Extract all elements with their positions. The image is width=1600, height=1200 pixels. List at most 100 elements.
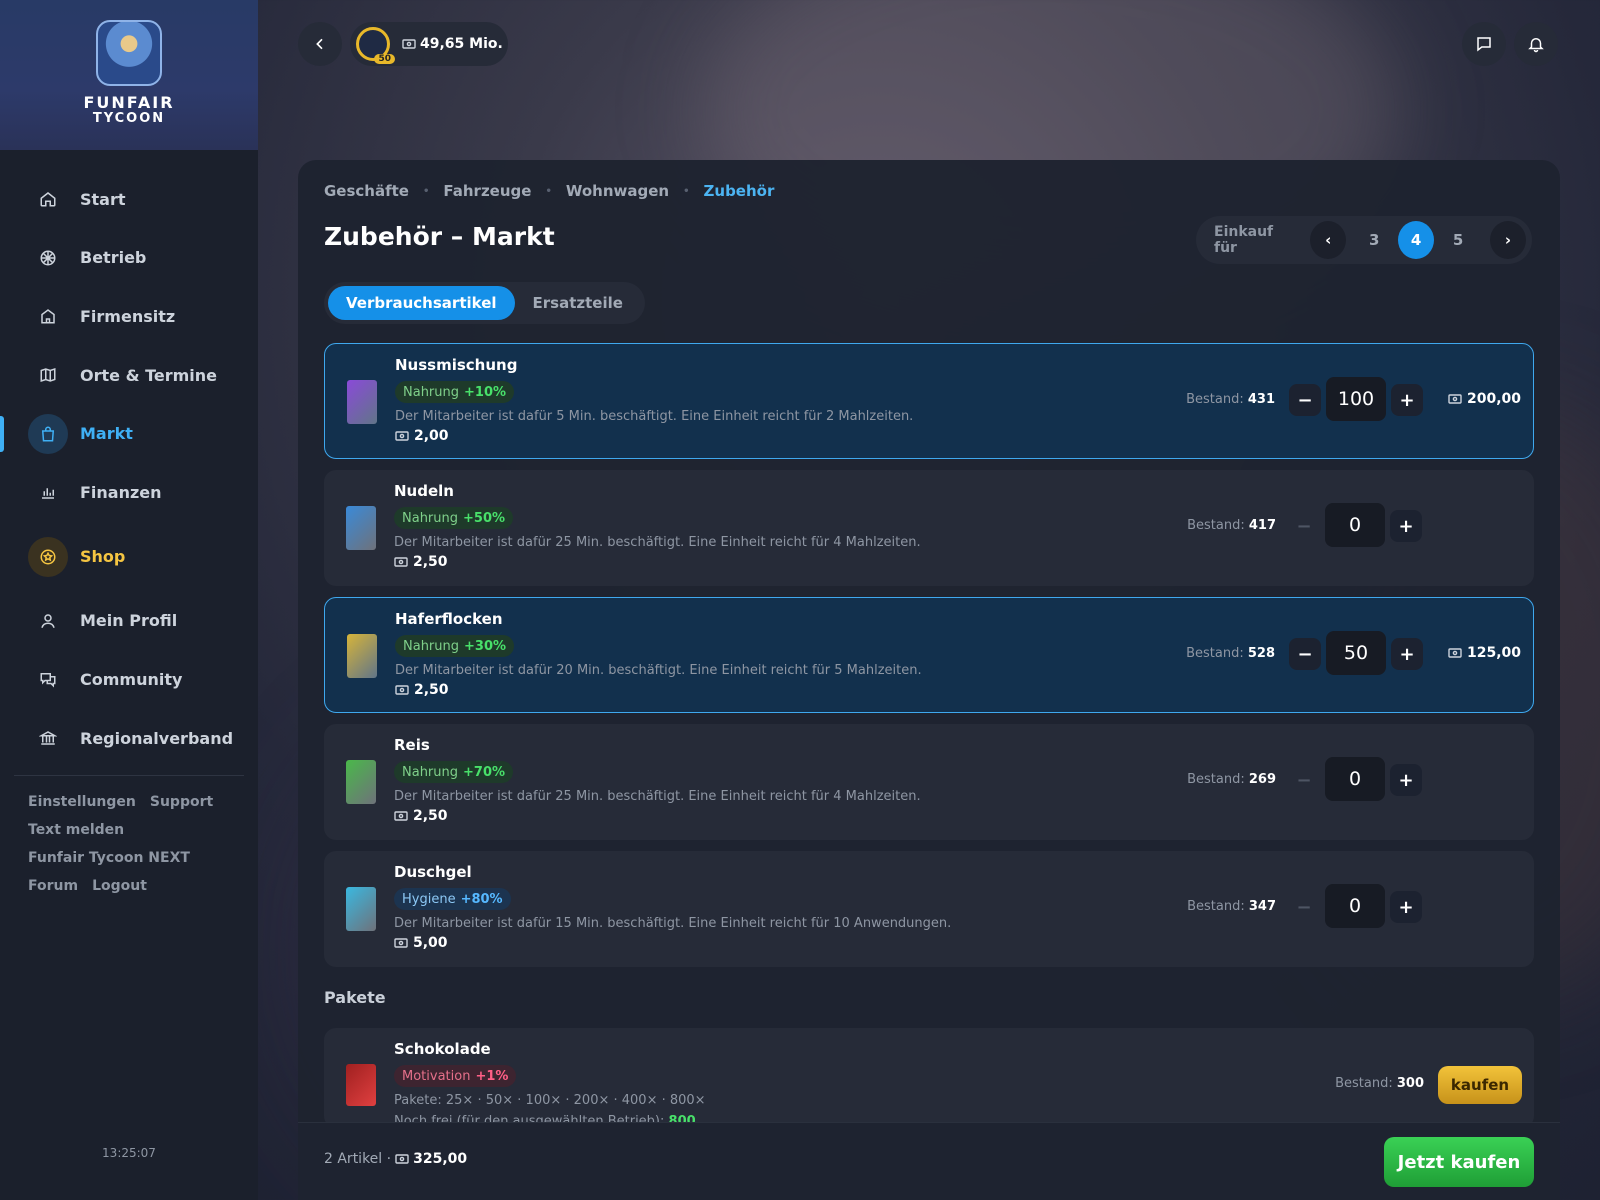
breadcrumb-item[interactable]: Wohnwagen — [566, 182, 669, 200]
pager-page[interactable]: 5 — [1440, 221, 1476, 259]
cart-count: 2 Artikel · — [324, 1151, 392, 1167]
nav-item-finanzen[interactable]: Finanzen — [0, 463, 258, 522]
quantity-increase-button[interactable]: + — [1391, 638, 1423, 670]
product-image — [346, 506, 376, 550]
quantity-decrease-button[interactable]: − — [1288, 764, 1320, 796]
nav-label: Regionalverband — [80, 728, 234, 748]
quantity-increase-button[interactable]: + — [1390, 510, 1422, 542]
link-text-melden[interactable]: Text melden — [28, 822, 124, 838]
link-logout[interactable]: Logout — [92, 878, 147, 894]
item-card[interactable]: Nudeln Nahrung +50% Der Mitarbeiter ist daf… — [324, 470, 1534, 586]
effect-badge: Nahrung +50% — [394, 507, 514, 529]
link-forum[interactable]: Forum — [28, 878, 78, 894]
item-name: Nudeln — [394, 482, 454, 500]
pager-next-button[interactable]: › — [1490, 221, 1526, 259]
wallet[interactable]: 50 49,65 Mio. — [350, 22, 508, 66]
breadcrumb-item[interactable]: Fahrzeuge — [443, 182, 531, 200]
total-value: 125,00 — [1466, 645, 1521, 661]
money-icon — [1448, 394, 1462, 404]
nav-item-orte[interactable]: Orte & Termine — [0, 346, 258, 405]
quantity-increase-button[interactable]: + — [1391, 384, 1423, 416]
pager-prev-button[interactable]: ‹ — [1310, 221, 1347, 259]
item-card[interactable]: Nussmischung Nahrung +10% Der Mitarbeiter i… — [324, 343, 1534, 459]
item-stock: Bestand: 417 — [1187, 518, 1276, 533]
stock-label: Bestand: — [1186, 392, 1244, 407]
brand[interactable]: FUNFAIR TYCOON — [0, 0, 258, 150]
nav-item-firmensitz[interactable]: Firmensitz — [0, 287, 258, 346]
item-price: 2,50 — [395, 682, 449, 698]
link-next[interactable]: Funfair Tycoon NEXT — [28, 850, 190, 866]
nav-item-regionalverband[interactable]: Regionalverband — [0, 709, 258, 768]
breadcrumb-item[interactable]: Geschäfte — [324, 182, 409, 200]
bell-icon — [1527, 35, 1545, 53]
back-button[interactable] — [298, 22, 342, 66]
item-total: 125,00 — [1448, 645, 1521, 661]
price-value: 2,00 — [414, 428, 449, 444]
breadcrumb-current[interactable]: Zubehör — [704, 182, 775, 200]
money-icon — [402, 39, 416, 49]
package-buy-button[interactable]: kaufen — [1438, 1066, 1522, 1104]
messages-button[interactable] — [1462, 22, 1506, 66]
price-value: 5,00 — [413, 935, 448, 951]
effect-badge: Hygiene +80% — [394, 888, 511, 910]
quantity-decrease-button[interactable]: − — [1289, 638, 1321, 670]
brand-title: FUNFAIR — [83, 93, 175, 112]
building-icon — [28, 296, 68, 336]
quantity-input[interactable]: 0 — [1325, 884, 1385, 928]
quantity-input[interactable]: 0 — [1325, 757, 1385, 801]
effect-bonus: +80% — [460, 891, 503, 907]
item-description: Der Mitarbeiter ist dafür 25 Min. beschä… — [394, 535, 921, 550]
notifications-button[interactable] — [1514, 22, 1558, 66]
quantity-input[interactable]: 50 — [1326, 631, 1386, 675]
nav-item-shop[interactable]: Shop — [0, 522, 258, 592]
checkout-button[interactable]: Jetzt kaufen — [1384, 1137, 1534, 1187]
item-name: Haferflocken — [395, 610, 503, 628]
quantity-input[interactable]: 0 — [1325, 503, 1385, 547]
effect-category: Hygiene — [402, 891, 456, 907]
tab-verbrauchsartikel[interactable]: Verbrauchsartikel — [328, 286, 515, 320]
quantity-increase-button[interactable]: + — [1390, 891, 1422, 923]
item-card[interactable]: Haferflocken Nahrung +30% Der Mitarbeiter i… — [324, 597, 1534, 713]
nav-label: Community — [80, 669, 183, 689]
quantity-decrease-button[interactable]: − — [1288, 510, 1320, 542]
item-stock: Bestand: 431 — [1186, 392, 1275, 407]
stock-value: 300 — [1396, 1076, 1424, 1091]
quantity-input[interactable]: 100 — [1326, 377, 1386, 421]
money-icon — [394, 557, 408, 567]
nav-label: Mein Profil — [80, 611, 178, 631]
pager-page[interactable]: 3 — [1356, 221, 1392, 259]
home-icon — [28, 179, 68, 219]
stock-value: 347 — [1248, 899, 1276, 914]
item-card[interactable]: Reis Nahrung +70% Der Mitarbeiter ist dafür… — [324, 724, 1534, 840]
footer-links: Einstellungen Support Text melden Funfair… — [28, 788, 248, 900]
nav-label: Betrieb — [80, 248, 147, 268]
item-list: Nussmischung Nahrung +10% Der Mitarbeiter i… — [324, 343, 1534, 978]
nav-item-community[interactable]: Community — [0, 650, 258, 709]
link-support[interactable]: Support — [150, 794, 213, 810]
bank-icon — [28, 718, 68, 758]
link-einstellungen[interactable]: Einstellungen — [28, 794, 136, 810]
effect-bonus: +1% — [475, 1068, 509, 1084]
quantity-decrease-button[interactable]: − — [1288, 891, 1320, 923]
nav-item-betrieb[interactable]: Betrieb — [0, 229, 258, 288]
nav-item-profil[interactable]: Mein Profil — [0, 592, 258, 651]
nav-item-markt[interactable]: Markt — [0, 404, 258, 463]
item-description: Der Mitarbeiter ist dafür 15 Min. beschä… — [394, 916, 952, 931]
quantity-increase-button[interactable]: + — [1390, 764, 1422, 796]
quantity-decrease-button[interactable]: − — [1289, 384, 1321, 416]
chocolate-image — [346, 1064, 376, 1106]
cart-total: 325,00 — [413, 1151, 468, 1167]
effect-category: Nahrung — [403, 384, 460, 400]
chevron-left-icon — [312, 36, 328, 52]
effect-category: Motivation — [402, 1068, 471, 1084]
item-price: 5,00 — [394, 935, 448, 951]
market-panel: Geschäfte • Fahrzeuge • Wohnwagen • Zubehör… — [298, 160, 1560, 1200]
pager-page-selected[interactable]: 4 — [1398, 221, 1435, 259]
tab-ersatzteile[interactable]: Ersatzteile — [515, 286, 641, 320]
nav-item-start[interactable]: Start — [0, 170, 258, 229]
pager-label: Einkauf für — [1214, 224, 1274, 256]
package-stock: Bestand: 300 — [1335, 1076, 1424, 1091]
effect-badge: Motivation +1% — [394, 1065, 517, 1087]
effect-category: Nahrung — [403, 638, 460, 654]
item-card[interactable]: Duschgel Hygiene +80% Der Mitarbeiter ist d… — [324, 851, 1534, 967]
